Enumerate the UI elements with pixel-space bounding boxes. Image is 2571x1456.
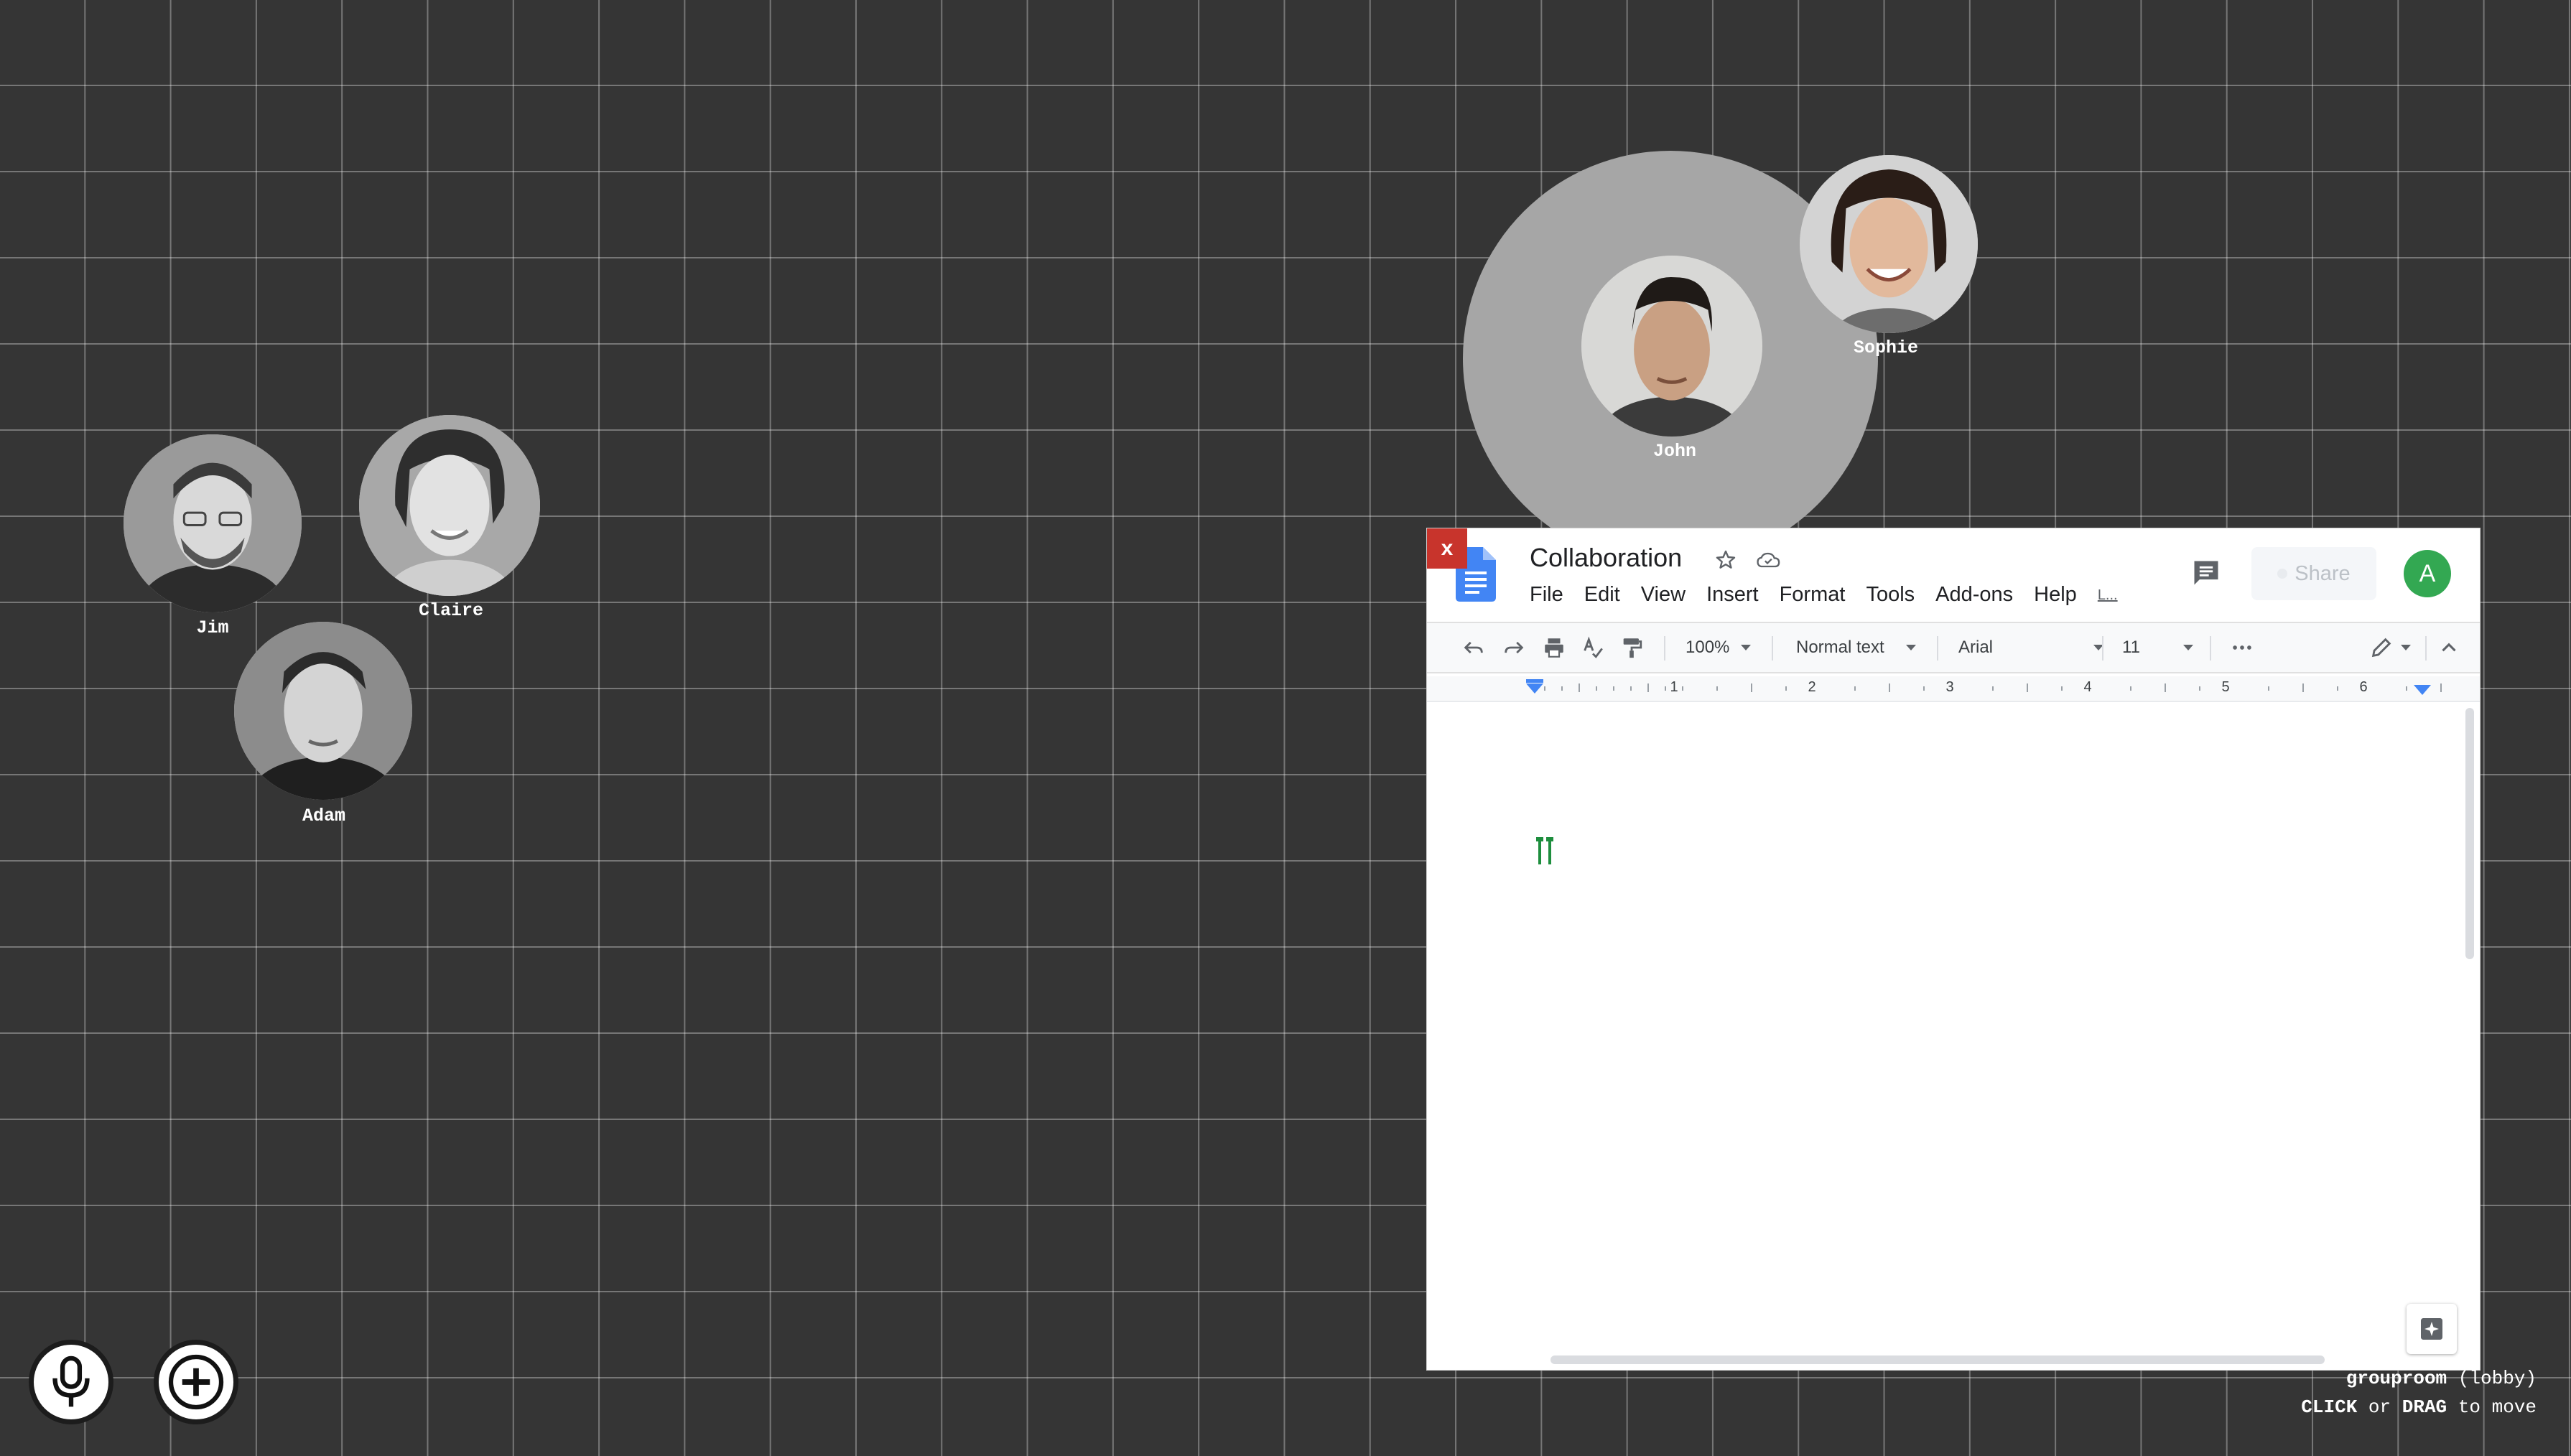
name-label-sophie: Sophie bbox=[1853, 337, 1919, 358]
room-status: grouproom (lobby) CLICK or DRAG to move bbox=[2301, 1364, 2537, 1422]
name-label-adam: Adam bbox=[302, 806, 346, 826]
close-doc-button[interactable]: x bbox=[1427, 528, 1467, 569]
avatar-john[interactable] bbox=[1581, 256, 1762, 437]
menu-addons[interactable]: Add-ons bbox=[1935, 583, 2013, 607]
avatar-claire[interactable] bbox=[359, 415, 540, 596]
vertical-scrollbar[interactable] bbox=[2465, 708, 2474, 959]
hint-drag: DRAG bbox=[2402, 1396, 2447, 1418]
face-portrait-icon bbox=[234, 622, 412, 800]
toolbar-divider bbox=[2210, 636, 2211, 661]
face-portrait-icon bbox=[124, 434, 302, 612]
menu-insert[interactable]: Insert bbox=[1706, 583, 1759, 607]
name-label-claire: Claire bbox=[418, 600, 484, 621]
zoom-select[interactable]: 100% bbox=[1686, 623, 1752, 672]
menu-last-edit[interactable]: L... bbox=[2098, 587, 2118, 607]
share-button[interactable]: Share bbox=[2251, 547, 2376, 600]
chevron-down-icon bbox=[2401, 645, 2411, 650]
chevron-up-icon[interactable] bbox=[2437, 623, 2461, 672]
name-label-john: John bbox=[1652, 441, 1697, 462]
print-icon[interactable] bbox=[1542, 623, 1566, 672]
room-line: grouproom (lobby) bbox=[2301, 1364, 2537, 1393]
avatar-jim[interactable] bbox=[124, 434, 302, 612]
google-docs-window[interactable]: Collaboration File Edit View Insert Form… bbox=[1427, 528, 2480, 1370]
font-size-value: 11 bbox=[2122, 638, 2140, 657]
toolbar-divider bbox=[1772, 636, 1773, 661]
chevron-down-icon bbox=[2182, 645, 2193, 650]
avatar-sophie[interactable] bbox=[1800, 155, 1978, 333]
add-button[interactable] bbox=[154, 1340, 238, 1424]
chevron-down-icon bbox=[1905, 645, 1916, 650]
toolbar-divider bbox=[1937, 636, 1938, 661]
chevron-down-icon bbox=[1741, 645, 1752, 650]
share-label: Share bbox=[2295, 561, 2351, 585]
name-label-jim: Jim bbox=[196, 617, 229, 638]
toolbar-divider bbox=[1664, 636, 1665, 661]
account-avatar[interactable]: A bbox=[2404, 550, 2451, 597]
explore-button[interactable] bbox=[2407, 1304, 2457, 1354]
ruler-number: 4 bbox=[2083, 679, 2092, 695]
ruler-number: 3 bbox=[1945, 679, 1954, 695]
lock-icon bbox=[2277, 569, 2288, 579]
plus-icon bbox=[168, 1354, 224, 1410]
menu-view[interactable]: View bbox=[1641, 583, 1686, 607]
paint-format-icon[interactable] bbox=[1619, 623, 1644, 672]
hint-or: or bbox=[2368, 1396, 2391, 1418]
toolbar-divider bbox=[2102, 636, 2103, 661]
ruler[interactable]: 1 2 3 4 5 6 bbox=[1427, 676, 2480, 702]
zoom-value: 100% bbox=[1686, 638, 1730, 657]
ruler-number: 5 bbox=[2221, 679, 2230, 695]
menu-file[interactable]: File bbox=[1530, 583, 1563, 607]
pencil-icon bbox=[2371, 638, 2391, 658]
cloud-saved-icon[interactable] bbox=[1756, 549, 1782, 575]
undo-icon[interactable] bbox=[1461, 623, 1486, 672]
menu-format[interactable]: Format bbox=[1780, 583, 1846, 607]
microphone-button[interactable] bbox=[29, 1340, 113, 1424]
move-hint: CLICK or DRAG to move bbox=[2301, 1393, 2537, 1422]
formatting-toolbar: 100% Normal text Arial 11 bbox=[1427, 622, 2480, 673]
avatar-adam[interactable] bbox=[234, 622, 412, 800]
explore-icon bbox=[2421, 1318, 2442, 1340]
ruler-number: 2 bbox=[1808, 679, 1816, 695]
comments-icon[interactable] bbox=[2190, 557, 2223, 592]
toolbar-divider bbox=[2425, 636, 2427, 661]
document-title[interactable]: Collaboration bbox=[1530, 543, 1682, 573]
room-name: grouproom bbox=[2345, 1368, 2447, 1389]
face-portrait-icon bbox=[359, 415, 540, 596]
spellcheck-icon[interactable] bbox=[1581, 623, 1605, 672]
left-indent-marker[interactable] bbox=[1526, 683, 1543, 694]
ruler-number: 6 bbox=[2359, 679, 2368, 695]
font-size-select[interactable]: 11 bbox=[2122, 623, 2193, 672]
font-family-select[interactable]: Arial bbox=[1958, 623, 2104, 672]
horizontal-scrollbar[interactable] bbox=[1550, 1355, 2325, 1364]
microphone-icon bbox=[52, 1355, 90, 1407]
menu-edit[interactable]: Edit bbox=[1584, 583, 1620, 607]
doc-menu-bar: File Edit View Insert Format Tools Add-o… bbox=[1530, 583, 2139, 607]
right-indent-marker[interactable] bbox=[2414, 685, 2431, 695]
ruler-number: 1 bbox=[1670, 679, 1678, 695]
hint-click: CLICK bbox=[2301, 1396, 2358, 1418]
menu-help[interactable]: Help bbox=[2034, 583, 2077, 607]
star-icon[interactable] bbox=[1714, 549, 1737, 575]
editing-mode-select[interactable] bbox=[2369, 623, 2411, 672]
hint-rest: to move bbox=[2458, 1396, 2537, 1418]
room-state: (lobby) bbox=[2458, 1368, 2537, 1389]
menu-tools[interactable]: Tools bbox=[1866, 583, 1915, 607]
paragraph-style-value: Normal text bbox=[1796, 638, 1884, 657]
collaborator-cursor-icon bbox=[1533, 834, 1558, 869]
document-body[interactable] bbox=[1427, 704, 2480, 1364]
paragraph-style-select[interactable]: Normal text bbox=[1796, 623, 1916, 672]
more-options-icon[interactable] bbox=[2230, 623, 2254, 672]
face-portrait-icon bbox=[1800, 155, 1978, 333]
font-family-value: Arial bbox=[1958, 638, 1994, 657]
redo-icon[interactable] bbox=[1502, 623, 1526, 672]
face-portrait-icon bbox=[1581, 256, 1762, 437]
